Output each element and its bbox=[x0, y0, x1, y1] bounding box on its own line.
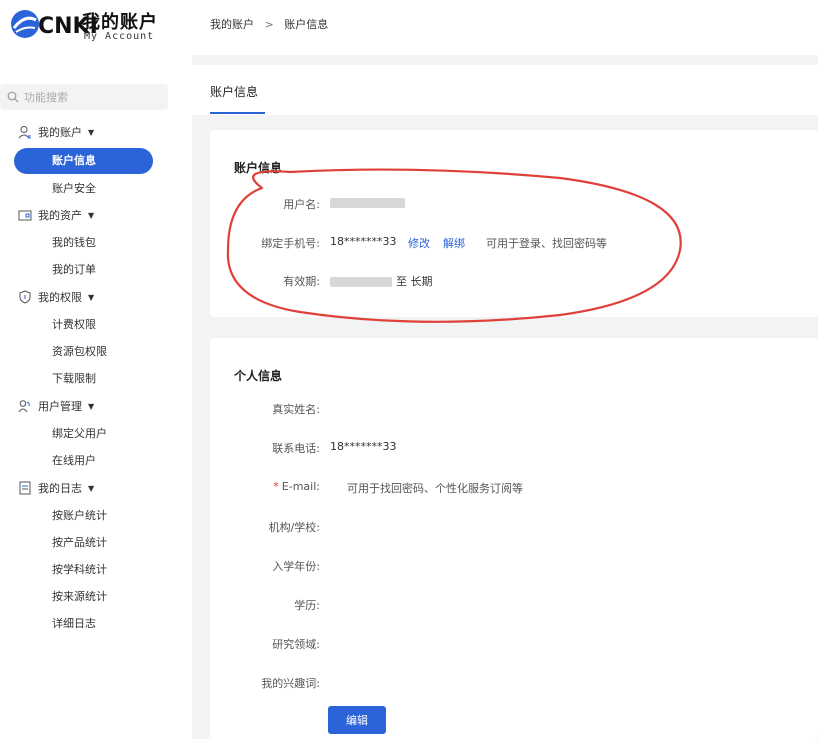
breadcrumb: 我的账户 > 账户信息 bbox=[210, 16, 328, 32]
logo-subtitle: My Account bbox=[84, 31, 155, 42]
main-content: 账户信息 账户信息 用户名: 绑定手机号: 18*******33 修改 解绑 … bbox=[192, 55, 818, 739]
enrollment-year-label: 入学年份: bbox=[272, 560, 320, 573]
email-hint: 可用于找回密码、个性化服务订阅等 bbox=[347, 482, 523, 495]
sidebar-item-account-info[interactable]: 账户信息 bbox=[14, 148, 153, 174]
sidebar-group-my-permissions[interactable]: 我的权限 ▼ bbox=[18, 288, 94, 306]
caret-down-icon: ▼ bbox=[88, 483, 95, 493]
validity-value: 至 长期 bbox=[330, 273, 433, 289]
user-icon bbox=[18, 126, 31, 139]
validity-label: 有效期: bbox=[283, 275, 320, 288]
account-info-card: 账户信息 用户名: 绑定手机号: 18*******33 修改 解绑 可用于登录… bbox=[210, 130, 818, 317]
phone-hint: 可用于登录、找回密码等 bbox=[486, 237, 607, 250]
top-header: CNKI 我的账户 My Account 我的账户 > 账户信息 bbox=[0, 0, 818, 55]
sidebar-group-my-logs[interactable]: 我的日志 ▼ bbox=[18, 479, 94, 497]
modify-phone-link[interactable]: 修改 bbox=[408, 235, 430, 251]
caret-down-icon: ▼ bbox=[88, 401, 95, 411]
sidebar-item-stats-by-product[interactable]: 按产品统计 bbox=[52, 534, 107, 552]
unbind-phone-link[interactable]: 解绑 bbox=[443, 235, 465, 251]
education-label: 学历: bbox=[294, 599, 320, 612]
sidebar-group-label: 我的账户 bbox=[38, 126, 82, 139]
required-mark: * bbox=[273, 480, 279, 493]
sidebar-item-resource-pack-permissions[interactable]: 资源包权限 bbox=[52, 343, 107, 361]
username-value bbox=[330, 196, 405, 209]
sidebar-group-label: 用户管理 bbox=[38, 400, 82, 413]
sidebar-item-billing-permissions[interactable]: 计费权限 bbox=[52, 316, 96, 334]
validity-suffix: 至 长期 bbox=[396, 275, 433, 288]
sidebar-group-my-account[interactable]: 我的账户 ▼ bbox=[18, 123, 94, 141]
breadcrumb-item-my-account[interactable]: 我的账户 bbox=[210, 18, 254, 31]
account-card-title: 账户信息 bbox=[234, 161, 283, 175]
log-icon bbox=[19, 481, 31, 495]
shield-icon bbox=[19, 290, 31, 304]
sidebar-item-my-wallet[interactable]: 我的钱包 bbox=[52, 234, 96, 252]
sidebar-item-download-limits[interactable]: 下载限制 bbox=[52, 370, 96, 388]
sidebar-item-my-orders[interactable]: 我的订单 bbox=[52, 261, 96, 279]
caret-down-icon: ▼ bbox=[88, 127, 95, 137]
edit-button[interactable]: 编辑 bbox=[328, 706, 386, 734]
sidebar-item-stats-by-source[interactable]: 按来源统计 bbox=[52, 588, 107, 606]
research-field-label: 研究领域: bbox=[272, 638, 320, 651]
real-name-label: 真实姓名: bbox=[272, 403, 320, 416]
sidebar-group-label: 我的资产 bbox=[38, 209, 82, 222]
sidebar-item-stats-by-account[interactable]: 按账户统计 bbox=[52, 507, 107, 525]
sidebar-item-account-security[interactable]: 账户安全 bbox=[52, 180, 96, 198]
sidebar-search[interactable] bbox=[0, 84, 168, 110]
sidebar-item-detailed-logs[interactable]: 详细日志 bbox=[52, 615, 96, 633]
caret-down-icon: ▼ bbox=[88, 210, 95, 220]
username-label: 用户名: bbox=[283, 198, 320, 211]
sidebar-group-my-assets[interactable]: 我的资产 ▼ bbox=[18, 206, 94, 224]
email-label: * E-mail: bbox=[210, 480, 320, 493]
search-icon bbox=[7, 91, 19, 103]
users-icon bbox=[18, 400, 30, 413]
sidebar-item-stats-by-subject[interactable]: 按学科统计 bbox=[52, 561, 107, 579]
sidebar-item-label: 账户信息 bbox=[52, 154, 96, 167]
tab-bar: 账户信息 bbox=[192, 65, 818, 115]
interest-words-label: 我的兴趣词: bbox=[261, 677, 320, 690]
redacted-username bbox=[330, 198, 405, 208]
caret-down-icon: ▼ bbox=[88, 292, 95, 302]
personal-card-title: 个人信息 bbox=[234, 369, 283, 383]
contact-phone-value: 18*******33 bbox=[330, 440, 397, 453]
contact-phone-label: 联系电话: bbox=[272, 442, 320, 455]
phone-label: 绑定手机号: bbox=[261, 237, 320, 250]
sidebar: 我的账户 ▼ 账户信息 账户安全 我的资产 ▼ 我的钱包 我的订单 我的权限 ▼… bbox=[0, 70, 192, 739]
active-tab-indicator bbox=[210, 112, 265, 114]
sidebar-item-online-users[interactable]: 在线用户 bbox=[52, 452, 96, 470]
email-label-text: E-mail: bbox=[281, 480, 320, 493]
breadcrumb-item-account-info: 账户信息 bbox=[284, 18, 329, 31]
wallet-icon bbox=[18, 210, 32, 221]
sidebar-group-label: 我的权限 bbox=[38, 291, 82, 304]
redacted-date bbox=[330, 277, 392, 287]
search-input[interactable] bbox=[24, 88, 154, 106]
sidebar-group-user-management[interactable]: 用户管理 ▼ bbox=[18, 397, 94, 415]
sidebar-item-bind-parent-user[interactable]: 绑定父用户 bbox=[52, 425, 107, 443]
breadcrumb-separator: > bbox=[264, 18, 274, 31]
personal-info-card: 个人信息 真实姓名: 联系电话: 18*******33 * E-mail: 可用… bbox=[210, 338, 818, 739]
institution-label: 机构/学校: bbox=[268, 521, 320, 534]
tab-account-info[interactable]: 账户信息 bbox=[210, 83, 258, 100]
phone-value: 18*******33 bbox=[330, 235, 397, 248]
sidebar-group-label: 我的日志 bbox=[38, 482, 82, 495]
